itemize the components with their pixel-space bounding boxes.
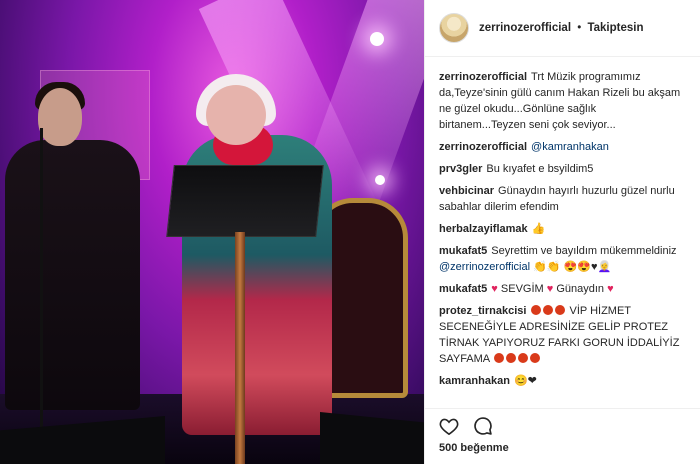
comment-username[interactable]: mukafat5 — [439, 245, 487, 257]
post-photo[interactable] — [0, 0, 424, 464]
comment-username[interactable]: kamranhakan — [439, 375, 510, 387]
comment-text: Seyrettim ve bayıldım mükemmeldiniz — [491, 245, 677, 257]
comment: herbalzayiflamak 👍 — [439, 221, 686, 237]
avatar[interactable] — [439, 13, 469, 43]
comment: mukafat5 Seyrettim ve bayıldım mükemmeldi… — [439, 243, 686, 275]
header-username[interactable]: zerrinozerofficial — [479, 22, 571, 34]
caption: zerrinozerofficial Trt Müzik programımız … — [439, 69, 686, 133]
heart-outline-icon[interactable] — [439, 416, 459, 436]
male-singer-head — [38, 88, 82, 146]
comment: kamranhakan 😊❤ — [439, 373, 686, 389]
follow-status[interactable]: Takiptesin — [587, 22, 643, 34]
likes-count[interactable]: 500 beğenme — [425, 442, 700, 464]
comment-text: SEVGİM — [500, 283, 544, 295]
comment-username[interactable]: mukafat5 — [439, 283, 487, 295]
comment-username[interactable]: zerrinozerofficial — [439, 141, 527, 153]
red-circle-icon — [517, 353, 528, 363]
comment-mention[interactable]: @kamranhakan — [531, 141, 609, 153]
microphone-stand — [40, 128, 43, 428]
comment-text: Günaydın — [556, 283, 605, 295]
comment-username[interactable]: protez_tirnakcisi — [439, 305, 526, 317]
male-singer — [5, 140, 140, 410]
comment: protez_tirnakcisi VİP HİZMET SECENEĞİYLE… — [439, 303, 686, 367]
music-stand — [166, 165, 324, 237]
header-separator: • — [577, 22, 582, 34]
post-sidebar: zerrinozerofficial • Takiptesin zerrinoz… — [424, 0, 700, 464]
comments-list: zerrinozerofficial Trt Müzik programımız … — [425, 57, 700, 408]
red-circle-icon — [555, 305, 566, 315]
thumbs-up-icon: 👍 — [531, 223, 546, 235]
post-header: zerrinozerofficial • Takiptesin — [425, 0, 700, 57]
comment: vehbicinar Günaydın hayırlı huzurlu güzel… — [439, 183, 686, 215]
red-circle-icon — [543, 305, 554, 315]
red-circle-icon — [531, 305, 542, 315]
instagram-post: zerrinozerofficial • Takiptesin zerrinoz… — [0, 0, 700, 464]
comment: zerrinozerofficial @kamranhakan — [439, 139, 686, 155]
comment-username[interactable]: prv3gler — [439, 163, 482, 175]
red-heart-icon: ♥ — [607, 283, 614, 295]
comment-text: Bu kıyafet e bsyildim5 — [486, 163, 594, 175]
red-heart-icon: ♥ — [491, 283, 498, 295]
red-circle-icon — [505, 353, 516, 363]
comment-username[interactable]: herbalzayiflamak — [439, 223, 528, 235]
comment-username[interactable]: vehbicinar — [439, 185, 494, 197]
action-bar — [425, 408, 700, 442]
comment: prv3gler Bu kıyafet e bsyildim5 — [439, 161, 686, 177]
stage-spotlight — [370, 32, 384, 46]
red-circle-icon — [493, 353, 504, 363]
red-circle-icon — [529, 353, 540, 363]
comment-username[interactable]: zerrinozerofficial — [439, 71, 527, 83]
comment-mention[interactable]: @zerrinozerofficial — [439, 261, 530, 273]
clapping-hands-icon: 👏👏 😍😍♥👩‍🦳 — [533, 261, 612, 273]
female-singer-head — [206, 85, 266, 145]
music-stand-pole — [235, 232, 245, 464]
red-heart-icon: ♥ — [546, 283, 554, 295]
speech-bubble-icon[interactable] — [473, 416, 493, 436]
stage-spotlight — [375, 175, 385, 185]
smile-heart-icon: 😊❤ — [513, 375, 537, 387]
header-text: zerrinozerofficial • Takiptesin — [479, 22, 644, 34]
comment: mukafat5 ♥ SEVGİM ♥ Günaydın ♥ — [439, 281, 686, 297]
